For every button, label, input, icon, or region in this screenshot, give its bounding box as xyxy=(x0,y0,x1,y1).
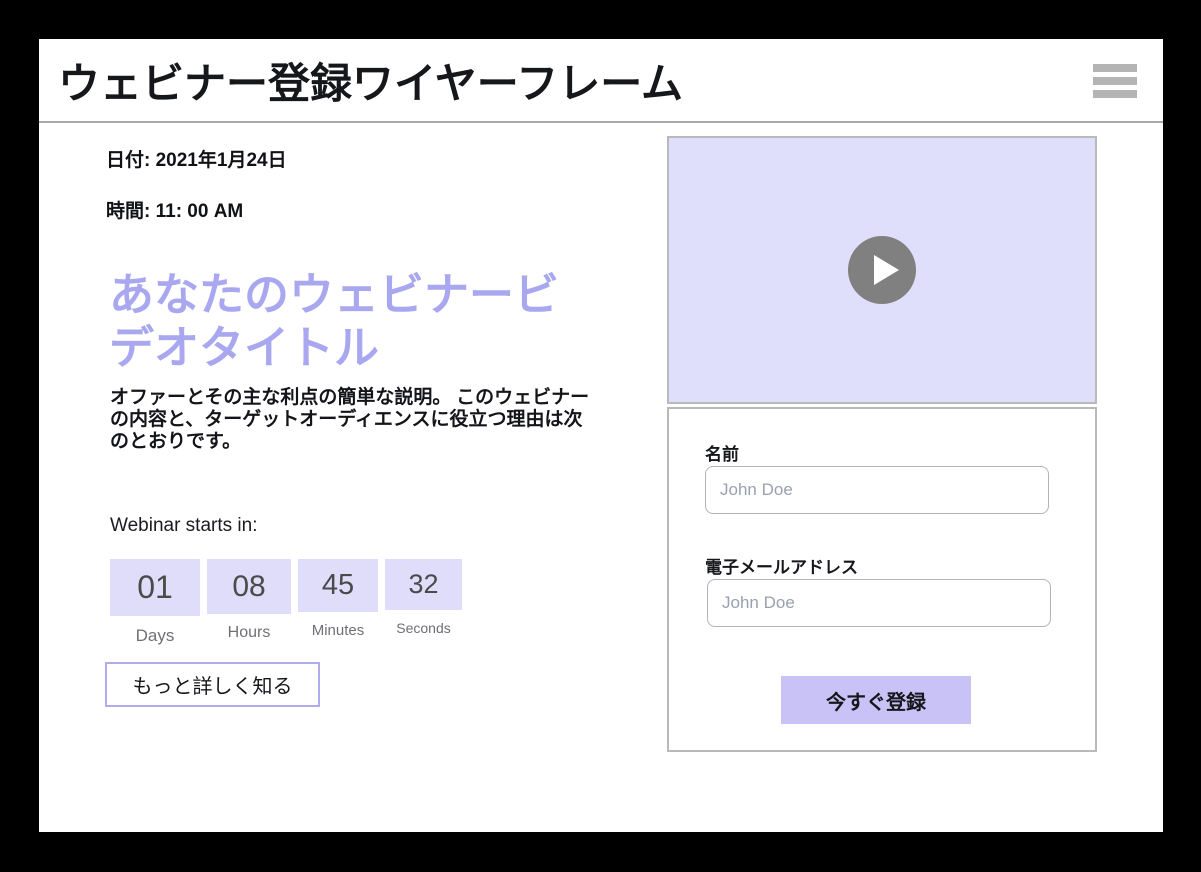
email-input[interactable] xyxy=(707,579,1051,627)
webinar-info-column: 日付: 2021年1月24日 時間: 11: 00 AM あなたのウェビナービデ… xyxy=(39,123,649,707)
name-input[interactable] xyxy=(705,466,1049,514)
page-content: 日付: 2021年1月24日 時間: 11: 00 AM あなたのウェビナービデ… xyxy=(39,123,1163,830)
registration-column: 名前 電子メールアドレス 今すぐ登録 xyxy=(667,136,1097,752)
play-icon[interactable] xyxy=(848,236,916,304)
name-field-label: 名前 xyxy=(705,445,739,464)
page-title: ウェビナー登録ワイヤーフレーム xyxy=(58,62,683,108)
countdown-timer: 01 Days 08 Hours 45 Minutes 32 Seconds xyxy=(110,559,649,646)
countdown-label-seconds: Seconds xyxy=(396,620,451,636)
webinar-date: 日付: 2021年1月24日 xyxy=(106,150,287,171)
countdown-unit-minutes: 45 Minutes xyxy=(298,559,378,639)
hamburger-bar xyxy=(1093,90,1137,98)
countdown-unit-days: 01 Days xyxy=(110,559,200,646)
countdown-value-minutes: 45 xyxy=(298,559,378,612)
play-triangle-shape xyxy=(874,255,899,285)
email-field-label: 電子メールアドレス xyxy=(705,558,858,577)
hamburger-bar xyxy=(1093,64,1137,72)
countdown-label-days: Days xyxy=(135,626,175,645)
learn-more-button[interactable]: もっと詳しく知る xyxy=(105,662,320,707)
webinar-description: オファーとその主な利点の簡単な説明。 このウェビナーの内容と、ターゲットオーディ… xyxy=(110,387,590,452)
countdown-value-days: 01 xyxy=(110,559,200,616)
webinar-heading: あなたのウェビナービデオタイトル xyxy=(109,270,560,373)
webinar-time: 時間: 11: 00 AM xyxy=(106,201,244,222)
site-header: ウェビナー登録ワイヤーフレーム xyxy=(39,39,1163,123)
hamburger-menu-icon[interactable] xyxy=(1093,64,1137,98)
countdown-value-seconds: 32 xyxy=(385,559,462,610)
countdown-unit-seconds: 32 Seconds xyxy=(385,559,462,636)
video-player[interactable] xyxy=(667,136,1097,404)
register-now-button[interactable]: 今すぐ登録 xyxy=(781,676,971,724)
registration-form: 名前 電子メールアドレス 今すぐ登録 xyxy=(667,407,1097,752)
countdown-unit-hours: 08 Hours xyxy=(207,559,291,642)
countdown-label: Webinar starts in: xyxy=(110,515,258,536)
countdown-value-hours: 08 xyxy=(207,559,291,614)
countdown-label-hours: Hours xyxy=(227,624,271,641)
countdown-label-minutes: Minutes xyxy=(311,622,365,639)
page-canvas: ウェビナー登録ワイヤーフレーム 日付: 2021年1月24日 時間: 11: 0… xyxy=(39,39,1163,832)
hamburger-bar xyxy=(1093,77,1137,85)
